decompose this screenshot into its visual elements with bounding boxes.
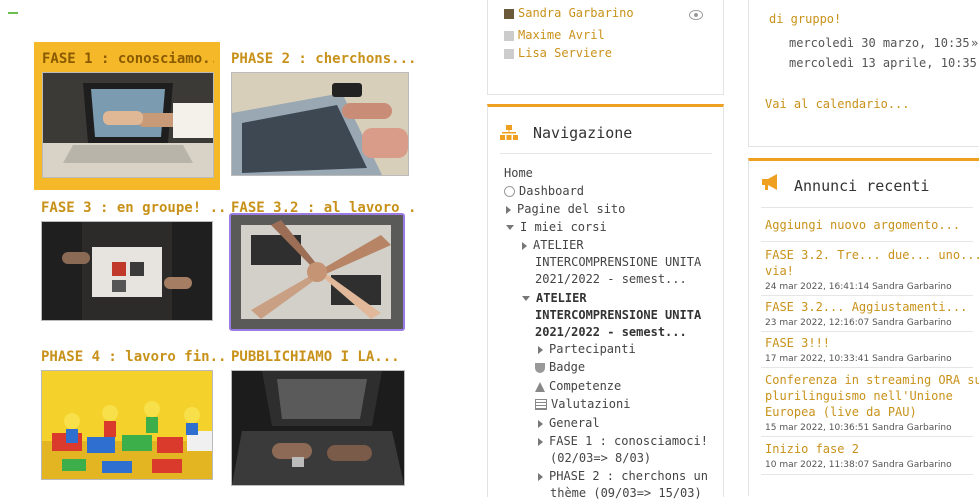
- nav-site-pages[interactable]: Pagine del sito: [506, 201, 625, 217]
- eye-icon[interactable]: [689, 10, 703, 20]
- event-label[interactable]: di gruppo!: [769, 12, 841, 26]
- announcement-title-cont[interactable]: plurilinguismo nell'Unione: [765, 388, 953, 404]
- announcement-meta: 17 mar 2022, 10:33:41 Sandra Garbarino: [765, 354, 952, 364]
- announcement-title[interactable]: FASE 3.2. Tre... due... uno...: [765, 247, 979, 263]
- nav-phase2-dates[interactable]: thème (09/03=> 15/03): [550, 485, 702, 501]
- event-date-1-arrow[interactable]: »: [971, 36, 978, 50]
- nav-course-2-line2[interactable]: INTERCOMPRENSIONE UNITA: [535, 307, 701, 323]
- event-date-1: mercoledì 30 marzo, 10:35: [789, 36, 970, 50]
- table-icon: [535, 399, 547, 410]
- section-tile-fase3-2[interactable]: FASE 3.2 : al lavoro ...: [229, 199, 417, 334]
- tile-image-typing[interactable]: [231, 370, 405, 486]
- top-left-fragment: [8, 12, 18, 14]
- announcement-title[interactable]: FASE 3!!!: [765, 335, 830, 351]
- announcement-title[interactable]: Conferenza in streaming ORA sul: [765, 372, 979, 388]
- chevron-right-icon: [506, 205, 511, 214]
- nav-badge[interactable]: Badge: [535, 359, 585, 375]
- laptop-phone-photo: [232, 73, 408, 175]
- divider: [761, 474, 973, 475]
- tile-image-puzzle[interactable]: [41, 221, 213, 321]
- user-avatar-icon: [504, 48, 514, 59]
- announcement-title-cont[interactable]: via!: [765, 263, 794, 279]
- team-hands-photo: [231, 215, 403, 329]
- announcement-meta: 24 mar 2022, 16:41:14 Sandra Garbarino: [765, 282, 952, 292]
- chevron-right-icon: [522, 241, 527, 250]
- section-tile-pubblichiamo[interactable]: PUBBLICHIAMO I LA...: [231, 348, 417, 486]
- nav-fase1-dates[interactable]: (02/03=> 8/03): [550, 450, 651, 466]
- nav-dashboard[interactable]: Dashboard: [504, 183, 584, 199]
- navigation-block: Navigazione Home Dashboard Pagine del si…: [487, 104, 724, 500]
- trophy-icon: [535, 362, 545, 373]
- nav-course-1[interactable]: ATELIER: [522, 237, 584, 253]
- tile-image-laptop-handshake[interactable]: [42, 72, 214, 178]
- event-date-2: mercoledì 13 aprile, 10:35: [789, 56, 977, 70]
- nav-course-2-line3[interactable]: 2021/2022 - semest...: [535, 324, 687, 340]
- goto-calendar-link[interactable]: Vai al calendario...: [765, 97, 910, 111]
- megaphone-icon: [762, 174, 780, 194]
- chevron-right-icon: [538, 419, 543, 428]
- upcoming-events-block: di gruppo! mercoledì 30 marzo, 10:35 » m…: [748, 0, 979, 147]
- tile-title[interactable]: PHASE 2 : cherchons...: [231, 50, 417, 68]
- competency-icon: [535, 381, 545, 392]
- announcements-title: Annunci recenti: [794, 177, 930, 195]
- nav-competencies[interactable]: Competenze: [535, 378, 621, 394]
- divider: [761, 331, 973, 332]
- divider: [761, 295, 973, 296]
- handshake-photo: [43, 73, 213, 177]
- section-tile-phase4[interactable]: PHASE 4 : lavoro fin...: [41, 348, 227, 483]
- recent-announcements-block: Annunci recenti Aggiungi nuovo argomento…: [748, 158, 979, 496]
- user-item[interactable]: Sandra Garbarino: [504, 6, 634, 20]
- chevron-right-icon: [538, 345, 543, 354]
- lego-photo: [42, 371, 212, 479]
- divider: [500, 153, 712, 154]
- divider: [761, 436, 973, 437]
- chevron-right-icon: [538, 437, 543, 446]
- nav-fase1[interactable]: FASE 1 : conosciamoci!: [538, 433, 708, 449]
- nav-course-2[interactable]: ATELIER: [522, 290, 587, 306]
- dashboard-icon: [504, 186, 515, 197]
- nav-course-1-line3[interactable]: 2021/2022 - semest...: [535, 271, 687, 287]
- nav-phase2[interactable]: PHASE 2 : cherchons un: [538, 468, 708, 484]
- tile-title[interactable]: FASE 1 : conosciamo...: [42, 50, 214, 68]
- chevron-down-icon: [522, 296, 530, 301]
- tile-image-lego[interactable]: [41, 370, 213, 480]
- tile-image-team-hands[interactable]: [229, 213, 405, 331]
- navigation-title: Navigazione: [533, 124, 633, 142]
- announcement-title[interactable]: Inizio fase 2: [765, 441, 859, 457]
- divider: [761, 367, 973, 368]
- tile-title[interactable]: PHASE 4 : lavoro fin...: [41, 348, 227, 366]
- section-tile-fase1[interactable]: FASE 1 : conosciamo...: [34, 42, 220, 190]
- user-avatar-icon: [504, 30, 514, 41]
- nav-course-1-line2[interactable]: INTERCOMPRENSIONE UNITA: [535, 254, 701, 270]
- divider: [761, 207, 973, 208]
- chevron-right-icon: [538, 472, 543, 481]
- announcement-meta: 23 mar 2022, 12:16:07 Sandra Garbarino: [765, 318, 952, 328]
- sitemap-icon: [500, 125, 518, 145]
- announcement-title-cont[interactable]: Europea (live da PAU): [765, 404, 917, 420]
- tile-title[interactable]: FASE 3 : en groupe! ...: [41, 199, 227, 217]
- nav-my-courses[interactable]: I miei corsi: [506, 219, 607, 235]
- announcement-title[interactable]: FASE 3.2... Aggiustamenti...: [765, 299, 967, 315]
- nav-grades[interactable]: Valutazioni: [535, 396, 630, 412]
- chevron-down-icon: [506, 225, 514, 230]
- user-item[interactable]: Maxime Avril: [504, 28, 605, 42]
- online-users-block: Sandra Garbarino Maxime Avril Lisa Servi…: [487, 0, 724, 95]
- section-tile-phase2[interactable]: PHASE 2 : cherchons...: [231, 50, 417, 185]
- section-tile-fase3[interactable]: FASE 3 : en groupe! ...: [41, 199, 227, 334]
- tile-title[interactable]: PUBBLICHIAMO I LA...: [231, 348, 417, 366]
- announcement-meta: 15 mar 2022, 10:36:51 Sandra Garbarino: [765, 423, 952, 433]
- divider: [761, 241, 973, 242]
- user-item[interactable]: Lisa Serviere: [504, 46, 612, 60]
- announcement-meta: 10 mar 2022, 11:38:07 Sandra Garbarino: [765, 460, 952, 470]
- user-avatar-icon: [504, 8, 514, 19]
- tile-image-laptop-phone[interactable]: [231, 72, 409, 176]
- nav-home[interactable]: Home: [504, 165, 533, 181]
- add-topic-link[interactable]: Aggiungi nuovo argomento...: [765, 218, 960, 232]
- nav-general[interactable]: General: [538, 415, 600, 431]
- nav-participants[interactable]: Partecipanti: [538, 341, 636, 357]
- puzzle-photo: [42, 222, 212, 320]
- typing-photo: [232, 371, 404, 485]
